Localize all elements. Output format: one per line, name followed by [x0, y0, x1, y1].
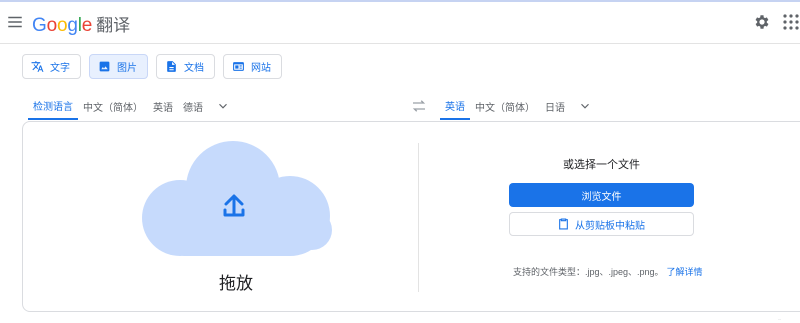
source-language-bar: 检测语言 中文（简体） 英语 德语 — [28, 92, 230, 120]
learn-more-link[interactable]: 了解详情 — [667, 267, 703, 277]
panel-divider — [418, 143, 419, 292]
clipboard-icon — [559, 218, 568, 230]
app-header: G o o g l e 翻译 — [0, 2, 800, 44]
target-lang-chinese[interactable]: 中文（简体） — [470, 92, 540, 120]
supported-types-text: 支持的文件类型：.jpg、.jpeg、.png。 — [513, 267, 664, 277]
source-lang-english[interactable]: 英语 — [148, 92, 178, 120]
translation-mode-tabs: 文字 图片 文档 网站 — [22, 54, 282, 79]
mode-text-label: 文字 — [50, 63, 70, 74]
paste-label: 从剪贴板中粘贴 — [575, 220, 645, 232]
translate-icon — [31, 61, 44, 72]
logo-letter-o2: o — [56, 15, 68, 36]
chevron-down-icon[interactable] — [216, 99, 230, 113]
source-lang-chinese[interactable]: 中文（简体） — [78, 92, 148, 120]
image-icon — [99, 61, 110, 72]
target-language-bar: 英语 中文（简体） 日语 — [440, 92, 592, 120]
mode-document-button[interactable]: 文档 — [156, 54, 215, 79]
or-choose-file-text: 或选择一个文件 — [563, 159, 640, 171]
target-lang-japanese[interactable]: 日语 — [540, 92, 570, 120]
mode-text-button[interactable]: 文字 — [22, 54, 81, 79]
google-translate-logo[interactable]: G o o g l e 翻译 — [32, 11, 131, 36]
paste-from-clipboard-button[interactable]: 从剪贴板中粘贴 — [509, 212, 694, 236]
target-lang-english[interactable]: 英语 — [440, 92, 470, 120]
swap-languages-icon[interactable] — [410, 98, 428, 114]
mode-image-label: 图片 — [117, 63, 137, 74]
menu-icon[interactable] — [6, 13, 24, 31]
website-icon — [233, 62, 244, 71]
settings-icon[interactable] — [753, 13, 771, 31]
logo-letter-e: e — [81, 15, 93, 36]
drop-label: 拖放 — [219, 274, 253, 294]
mode-website-label: 网站 — [251, 63, 271, 74]
document-icon — [167, 61, 176, 72]
logo-letter-g1: G — [32, 15, 47, 36]
mode-website-button[interactable]: 网站 — [223, 54, 282, 79]
mode-image-button[interactable]: 图片 — [89, 54, 148, 79]
source-lang-detect[interactable]: 检测语言 — [28, 92, 78, 120]
logo-letter-o1: o — [46, 15, 58, 36]
apps-icon[interactable] — [783, 14, 799, 30]
chevron-down-icon[interactable] — [578, 99, 592, 113]
product-name: 翻译 — [96, 16, 131, 36]
corner-text: ... — [778, 316, 782, 321]
mode-document-label: 文档 — [184, 63, 204, 74]
source-lang-german[interactable]: 德语 — [178, 92, 208, 120]
browse-files-button[interactable]: 浏览文件 — [509, 183, 694, 207]
cloud-upload-icon[interactable] — [140, 138, 332, 260]
logo-letter-g2: g — [67, 15, 78, 36]
supported-file-types: 支持的文件类型：.jpg、.jpeg、.png。 了解详情 — [513, 265, 703, 278]
